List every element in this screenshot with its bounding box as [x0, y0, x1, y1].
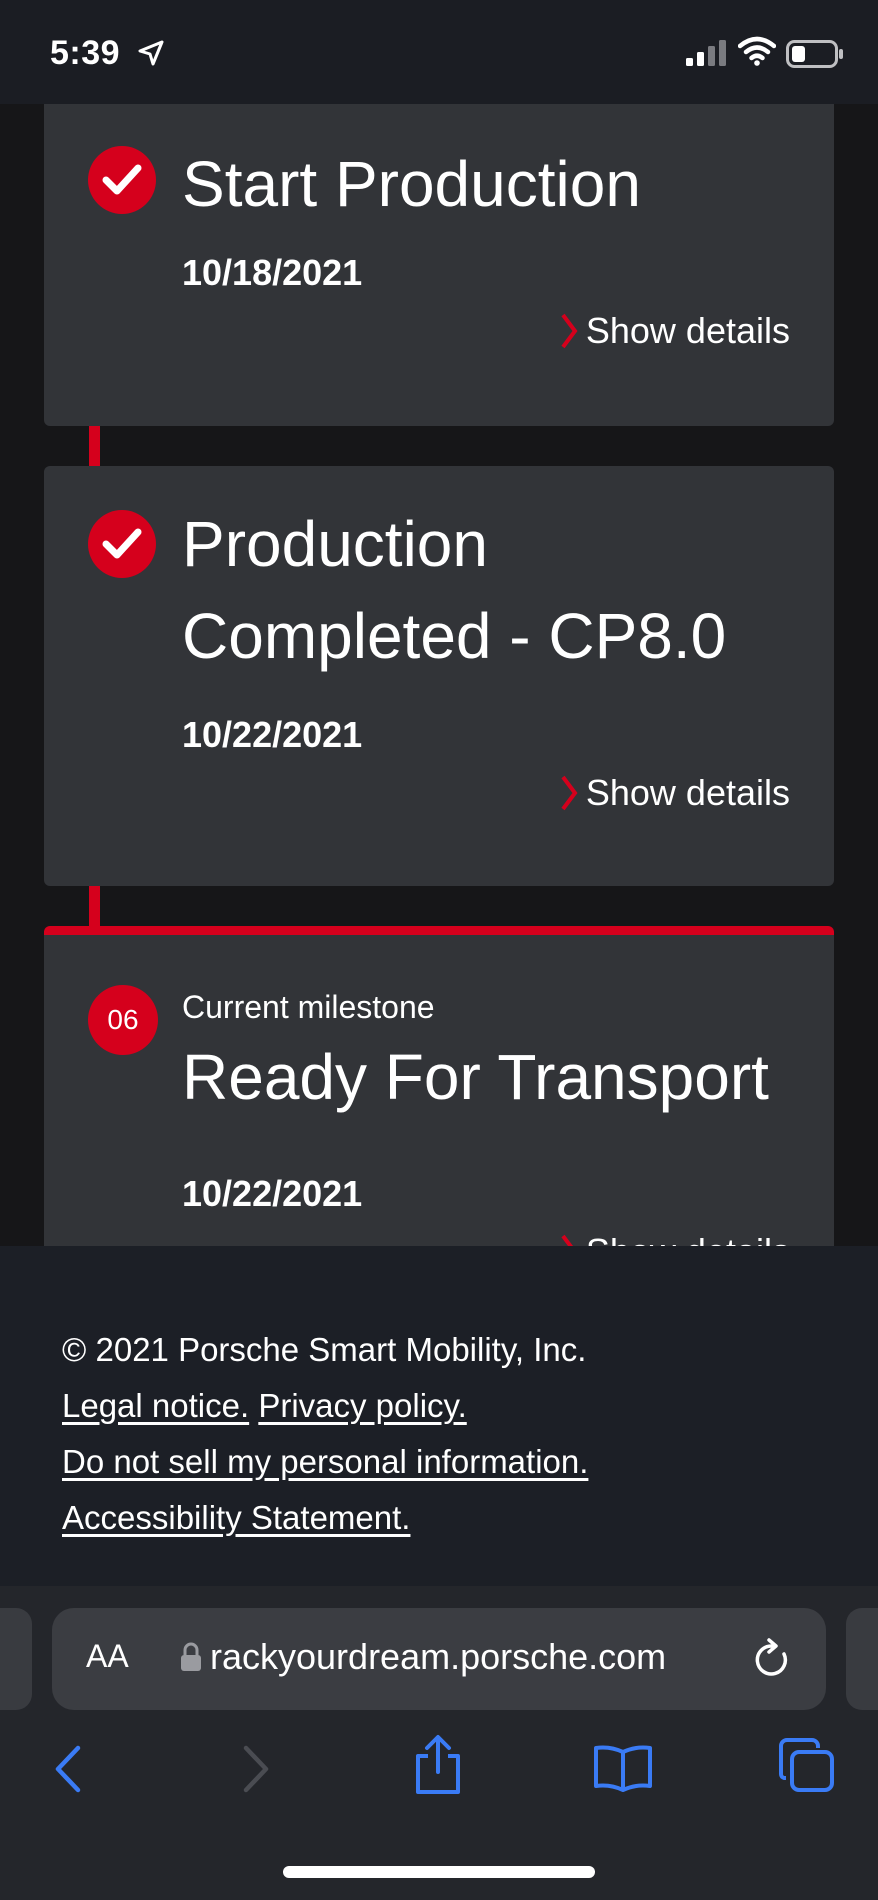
- footer-links-row: Do not sell my personal information.: [62, 1434, 588, 1490]
- address-bar[interactable]: AA rackyourdream.porsche.com: [52, 1608, 826, 1710]
- current-milestone-label: Current milestone: [182, 989, 435, 1025]
- footer-links-row: Legal notice. Privacy policy.: [62, 1378, 467, 1434]
- home-indicator[interactable]: [283, 1866, 595, 1878]
- copyright-text: © 2021 Porsche Smart Mobility, Inc.: [62, 1331, 587, 1368]
- show-details-link[interactable]: Show details: [560, 1231, 790, 1246]
- legal-notice-link[interactable]: Legal notice.: [62, 1387, 249, 1424]
- url-text: rackyourdream.porsche.com: [210, 1636, 667, 1677]
- milestone-date: 10/22/2021: [182, 714, 363, 755]
- milestone-date: 10/22/2021: [182, 1173, 363, 1214]
- status-time: 5:39: [50, 34, 121, 72]
- privacy-policy-link[interactable]: Privacy policy.: [258, 1387, 466, 1424]
- share-button[interactable]: [412, 1734, 464, 1796]
- cellular-signal-icon: [686, 40, 726, 66]
- page-footer: © 2021 Porsche Smart Mobility, Inc. Lega…: [0, 1246, 878, 1586]
- show-details-label: Show details: [585, 772, 790, 813]
- next-tab-preview[interactable]: [846, 1608, 878, 1710]
- milestone-title: Start Production: [182, 148, 641, 220]
- lock-icon: [181, 1642, 201, 1671]
- reload-icon[interactable]: [752, 1638, 792, 1680]
- milestone-number-badge: 06: [88, 985, 158, 1055]
- show-details-label: Show details: [585, 310, 790, 351]
- show-details-link[interactable]: Show details: [560, 772, 790, 814]
- completed-check-icon: [88, 510, 156, 578]
- battery-icon: [786, 40, 843, 68]
- status-bar: 5:39: [0, 0, 878, 104]
- forward-button[interactable]: [240, 1744, 272, 1794]
- chevron-right-icon: [561, 313, 578, 349]
- wifi-icon: [738, 36, 776, 66]
- timeline-connector: [89, 422, 100, 470]
- bookmarks-button[interactable]: [592, 1744, 654, 1792]
- completed-check-icon: [88, 146, 156, 214]
- show-details-link[interactable]: Show details: [560, 310, 790, 352]
- chevron-right-icon: [561, 1234, 573, 1246]
- milestone-card: Production Completed - CP8.0 10/22/2021 …: [44, 466, 834, 886]
- show-details-label: Show details: [586, 1231, 790, 1246]
- milestone-date: 10/18/2021: [182, 252, 363, 293]
- do-not-sell-link[interactable]: Do not sell my personal information.: [62, 1443, 588, 1480]
- chevron-right-icon: [561, 775, 578, 811]
- reader-settings-button[interactable]: AA: [86, 1638, 129, 1675]
- location-arrow-icon: [138, 40, 164, 66]
- milestone-card: Start Production 10/18/2021 Show details: [44, 104, 834, 426]
- browser-toolbar: AA rackyourdream.porsche.com: [0, 1586, 878, 1900]
- tabs-button[interactable]: [778, 1738, 836, 1794]
- back-button[interactable]: [52, 1744, 84, 1794]
- milestone-title: Ready For Transport: [182, 1041, 769, 1113]
- accessibility-statement-link[interactable]: Accessibility Statement.: [62, 1499, 410, 1536]
- milestone-title: Production Completed - CP8.0: [182, 508, 727, 672]
- timeline-connector: [89, 882, 100, 930]
- current-milestone-card: 06 Current milestone Ready For Transport…: [44, 926, 834, 1246]
- milestone-timeline: Start Production 10/18/2021 Show details…: [0, 104, 878, 1246]
- footer-links-row: Accessibility Statement.: [62, 1490, 410, 1546]
- previous-tab-preview[interactable]: [0, 1608, 32, 1710]
